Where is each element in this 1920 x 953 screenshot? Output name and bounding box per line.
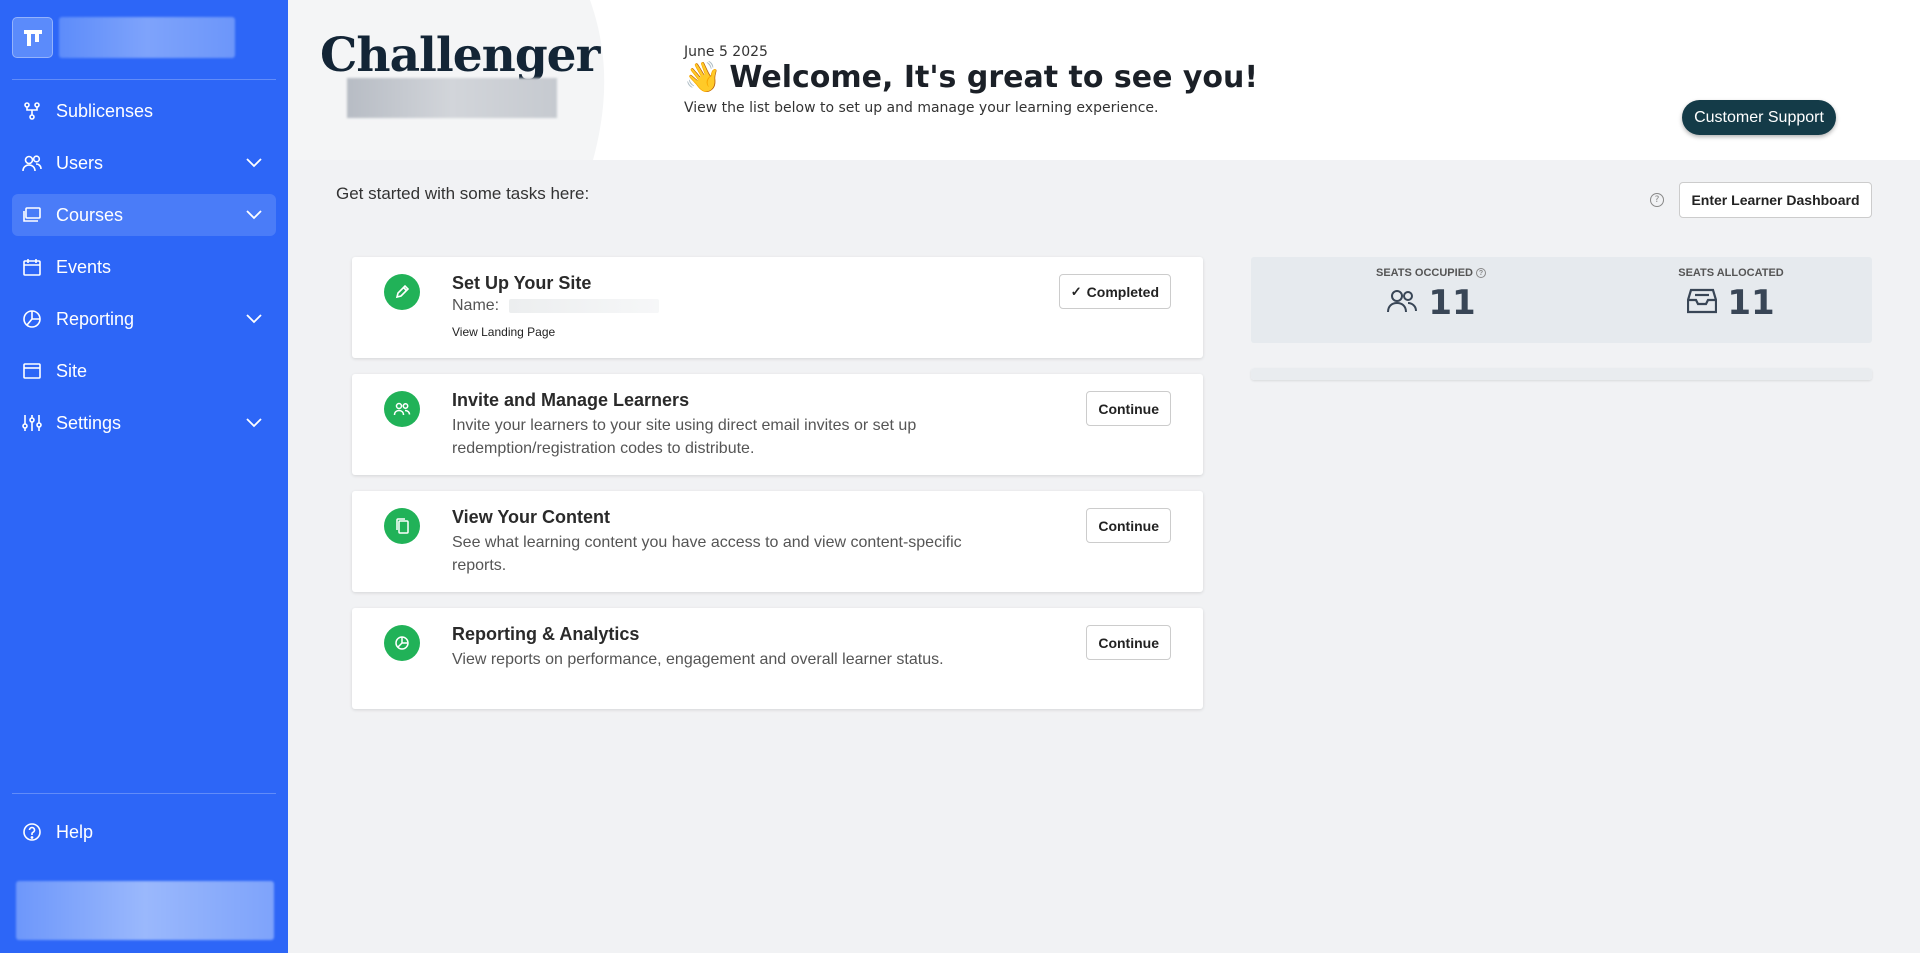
task-title: Set Up Your Site: [452, 273, 592, 293]
sidebar-item-label: Courses: [56, 204, 124, 225]
seats-occupied-value-row: 11: [1331, 283, 1531, 323]
help-icon[interactable]: ?: [1475, 268, 1486, 278]
current-date: June 5 2025: [684, 44, 768, 60]
welcome-text: Welcome, It's great to see you!: [729, 60, 1259, 95]
sidebar-item-courses[interactable]: Courses: [12, 194, 276, 236]
sidebar-item-label: Events: [56, 256, 112, 277]
courses-icon: [20, 203, 44, 227]
task-description: View reports on performance, engagement …: [452, 651, 944, 668]
browser-window-icon: [20, 359, 44, 383]
continue-button[interactable]: Continue: [1086, 625, 1171, 660]
task-card-view-content: View Your Content See what learning cont…: [352, 491, 1203, 592]
org-name-redacted: [59, 17, 235, 58]
brand-logo: Challenger: [320, 28, 600, 83]
task-card-setup-site: Set Up Your Site Name: View Landing Page…: [352, 257, 1203, 358]
pencil-icon: [384, 274, 420, 310]
view-landing-page-link[interactable]: View Landing Page: [452, 325, 555, 339]
chevron-down-icon[interactable]: [242, 307, 266, 331]
task-description: Invite your learners to your site using …: [452, 417, 917, 457]
sidebar-item-users[interactable]: Users: [12, 142, 276, 184]
inbox-tray-icon: [1687, 287, 1718, 319]
chevron-down-icon[interactable]: [242, 411, 266, 435]
waving-hand-icon: 👋: [684, 60, 722, 95]
completed-button[interactable]: ✓ Completed: [1058, 274, 1171, 309]
sidebar-item-label: Reporting: [56, 308, 135, 329]
customer-support-button[interactable]: Customer Support: [1682, 100, 1836, 135]
seats-allocated: SEATS ALLOCATED 11: [1631, 267, 1831, 323]
page-subtitle: View the list below to set up and manage…: [684, 100, 1159, 116]
users-icon: [1386, 288, 1418, 318]
sidebar-item-reporting[interactable]: Reporting: [12, 298, 276, 340]
seats-occupied-value: 11: [1428, 283, 1476, 323]
sidebar-item-label: Help: [56, 821, 94, 842]
enter-learner-dashboard-button[interactable]: Enter Learner Dashboard: [1679, 182, 1872, 218]
chevron-down-icon[interactable]: [242, 151, 266, 175]
sidebar-item-label: Sublicenses: [56, 100, 154, 121]
task-title: Reporting & Analytics: [452, 624, 640, 644]
site-name-row: Name:: [452, 297, 660, 315]
seats-occupied-label: SEATS OCCUPIED: [1376, 267, 1473, 279]
brand-subtitle-redacted: [347, 78, 557, 118]
user-profile-redacted[interactable]: [16, 881, 274, 940]
seats-occupied: SEATS OCCUPIED ? 11: [1331, 267, 1531, 323]
sidebar-divider: [12, 793, 276, 794]
sidebar-item-site[interactable]: Site: [12, 350, 276, 392]
task-title: Invite and Manage Learners: [452, 390, 690, 410]
pie-chart-icon: [20, 307, 44, 331]
site-name-label: Name:: [452, 297, 500, 314]
help-icon[interactable]: ?: [1650, 193, 1664, 207]
seats-allocated-value-row: 11: [1631, 283, 1831, 323]
page-header: Challenger June 5 2025 👋 Welcome, It's g…: [288, 0, 1920, 160]
sidebar-item-settings[interactable]: Settings: [12, 402, 276, 444]
pie-chart-icon: [384, 625, 420, 661]
site-name-redacted: [509, 299, 660, 313]
app-logo-icon: [12, 17, 53, 58]
continue-button[interactable]: Continue: [1086, 391, 1171, 426]
calendar-icon: [20, 255, 44, 279]
users-icon: [384, 391, 420, 427]
seats-allocated-label: SEATS ALLOCATED: [1678, 267, 1784, 279]
sidebar-divider: [12, 79, 276, 80]
help-circle-icon: [20, 820, 44, 844]
checkmark-icon: ✓: [1070, 283, 1082, 299]
sidebar-item-label: Users: [56, 152, 104, 173]
sidebar-item-help[interactable]: Help: [12, 811, 276, 853]
sublicenses-icon: [20, 99, 44, 123]
tasks-heading: Get started with some tasks here:: [336, 184, 590, 203]
task-card-invite-learners: Invite and Manage Learners Invite your l…: [352, 374, 1203, 475]
sidebar-item-label: Settings: [56, 412, 122, 433]
task-description: See what learning content you have acces…: [452, 534, 962, 574]
task-card-reporting-analytics: Reporting & Analytics View reports on pe…: [352, 608, 1203, 709]
sidebar: Sublicenses Users Courses Events Reporti…: [0, 0, 288, 953]
sliders-icon: [20, 411, 44, 435]
sidebar-nav: Sublicenses Users Courses Events Reporti…: [12, 90, 276, 454]
sidebar-item-label: Site: [56, 360, 88, 381]
seat-usage-bar: [1251, 368, 1872, 380]
task-title: View Your Content: [452, 507, 611, 527]
page-title: 👋 Welcome, It's great to see you!: [684, 60, 1258, 95]
copy-icon: [384, 508, 420, 544]
sidebar-logo[interactable]: [12, 17, 235, 58]
users-icon: [20, 151, 44, 175]
seats-occupied-label-row: SEATS OCCUPIED ?: [1331, 267, 1531, 279]
sidebar-item-events[interactable]: Events: [12, 246, 276, 288]
button-label: Completed: [1086, 283, 1159, 300]
brand-panel: Challenger: [288, 0, 618, 160]
seats-panel: SEATS OCCUPIED ? 11 SEATS ALLOCATED 11: [1251, 257, 1872, 343]
continue-button[interactable]: Continue: [1086, 508, 1171, 543]
sidebar-item-sublicenses[interactable]: Sublicenses: [12, 90, 276, 132]
seat-usage-bar-fill: [1251, 368, 1872, 380]
seats-allocated-value: 11: [1727, 283, 1775, 323]
chevron-down-icon[interactable]: [242, 203, 266, 227]
